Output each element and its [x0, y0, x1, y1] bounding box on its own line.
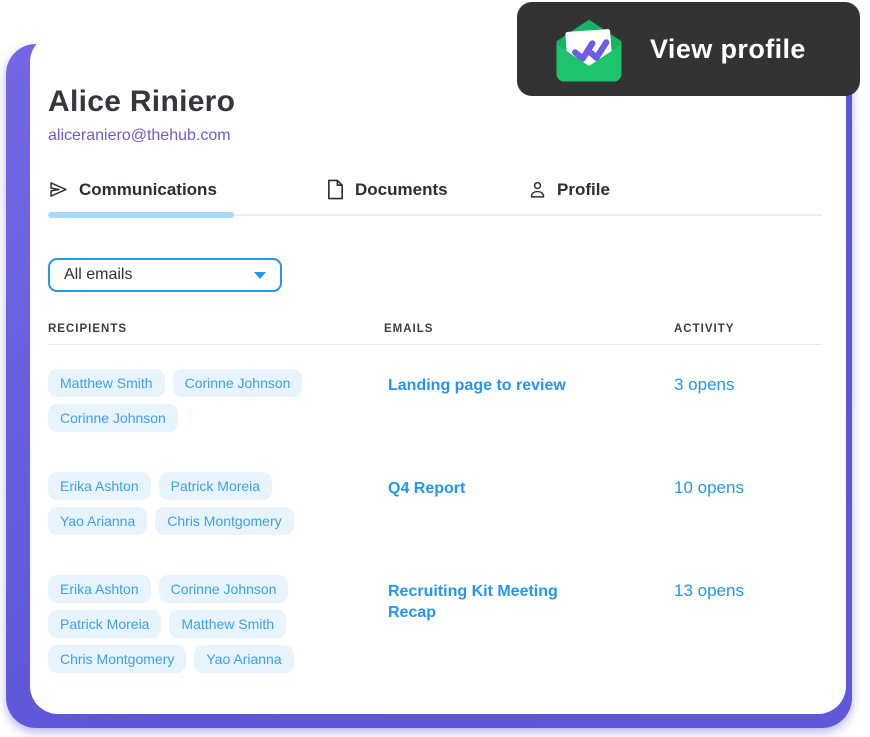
recipients-cell: Erika Ashton Patrick Moreia Yao Arianna Chr…: [48, 472, 384, 535]
recipients-cell: Matthew Smith Corinne Johnson Corinne John…: [48, 369, 384, 432]
email-cell: Landing page to review: [384, 369, 674, 432]
recipient-chip[interactable]: Yao Arianna: [48, 507, 148, 535]
activity-count: 10 opens: [674, 478, 744, 497]
tab-profile[interactable]: Profile: [528, 179, 610, 214]
email-subject-link[interactable]: Landing page to review: [388, 377, 566, 394]
recipient-chip[interactable]: Corinne Johnson: [158, 575, 289, 603]
activity-count: 3 opens: [674, 375, 735, 394]
tab-bar: Communications Documents Profile: [48, 179, 822, 218]
table-header-row: RECIPIENTS EMAILS ACTIVITY: [48, 323, 822, 345]
tab-label: Profile: [557, 179, 610, 199]
email-cell: Q4 Report: [384, 472, 674, 535]
recipient-chip[interactable]: Matthew Smith: [48, 369, 165, 397]
person-icon: [528, 179, 547, 200]
tab-communications[interactable]: Communications: [48, 179, 326, 218]
column-header-activity: ACTIVITY: [674, 323, 735, 335]
view-profile-label: View profile: [650, 33, 806, 64]
tab-label: Documents: [355, 179, 448, 199]
email-cell: Recruiting Kit Meeting Recap: [384, 575, 674, 673]
recipients-cell: Erika Ashton Corinne Johnson Patrick Morei…: [48, 575, 384, 673]
recipient-chip[interactable]: Erika Ashton: [48, 472, 151, 500]
column-header-emails: EMAILS: [384, 323, 434, 335]
send-icon: [48, 179, 69, 200]
tab-documents[interactable]: Documents: [326, 179, 528, 214]
tab-label: Communications: [79, 179, 217, 199]
table-row: Erika Ashton Corinne Johnson Patrick Morei…: [48, 575, 822, 673]
recipient-chip[interactable]: Yao Arianna: [194, 645, 294, 673]
email-filter-value: All emails: [64, 266, 133, 283]
recipient-chip[interactable]: Patrick Moreia: [158, 472, 273, 500]
recipient-chip[interactable]: Chris Montgomery: [48, 645, 187, 673]
recipient-chip[interactable]: Corinne Johnson: [172, 369, 303, 397]
recipient-chip[interactable]: Erika Ashton: [48, 575, 151, 603]
view-profile-badge[interactable]: View profile: [517, 2, 860, 96]
profile-email: aliceraniero@thehub.com: [48, 127, 231, 144]
envelope-check-icon: [550, 15, 628, 83]
recipient-chip[interactable]: Corinne Johnson: [48, 404, 178, 432]
document-icon: [326, 179, 345, 200]
recipient-chip[interactable]: Matthew Smith: [169, 610, 287, 638]
table-row: Erika Ashton Patrick Moreia Yao Arianna Chr…: [48, 472, 822, 535]
table-body: Matthew Smith Corinne Johnson Corinne John…: [48, 369, 822, 673]
email-subject-link[interactable]: Q4 Report: [388, 480, 465, 497]
column-header-recipients: RECIPIENTS: [48, 323, 128, 335]
recipient-chip[interactable]: Chris Montgomery: [155, 507, 294, 535]
profile-card: Alice Riniero aliceraniero@thehub.com Co…: [30, 34, 846, 714]
activity-count: 13 opens: [674, 581, 744, 600]
active-tab-underline: [48, 212, 234, 218]
email-subject-link[interactable]: Recruiting Kit Meeting Recap: [388, 583, 558, 621]
table-row: Matthew Smith Corinne Johnson Corinne John…: [48, 369, 822, 432]
chevron-down-icon: [254, 271, 266, 279]
email-filter-dropdown[interactable]: All emails: [48, 258, 282, 292]
recipient-chip[interactable]: Patrick Moreia: [48, 610, 162, 638]
